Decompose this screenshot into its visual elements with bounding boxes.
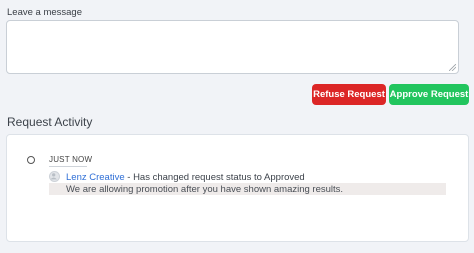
time-underline [49,166,87,167]
activity-action-text: - Has changed request status to Approved [124,172,305,183]
activity-comment: We are allowing promotion after you have… [66,184,344,195]
activity-card: JUST NOW Lenz Creative - Has changed req… [6,134,469,242]
activity-author-link[interactable]: Lenz Creative [66,172,125,183]
message-textarea[interactable] [6,20,459,74]
refuse-request-button[interactable]: Refuse Request [312,84,386,105]
message-label: Leave a message [7,7,82,18]
approve-request-button[interactable]: Approve Request [389,84,469,105]
user-avatar-icon [50,173,57,180]
resize-grip-icon[interactable] [449,64,456,71]
timeline-dot-icon [27,156,35,164]
activity-entry: Lenz Creative - Has changed request stat… [66,172,305,183]
avatar [49,171,60,182]
request-activity-title: Request Activity [7,115,93,129]
activity-time: JUST NOW [49,155,93,164]
